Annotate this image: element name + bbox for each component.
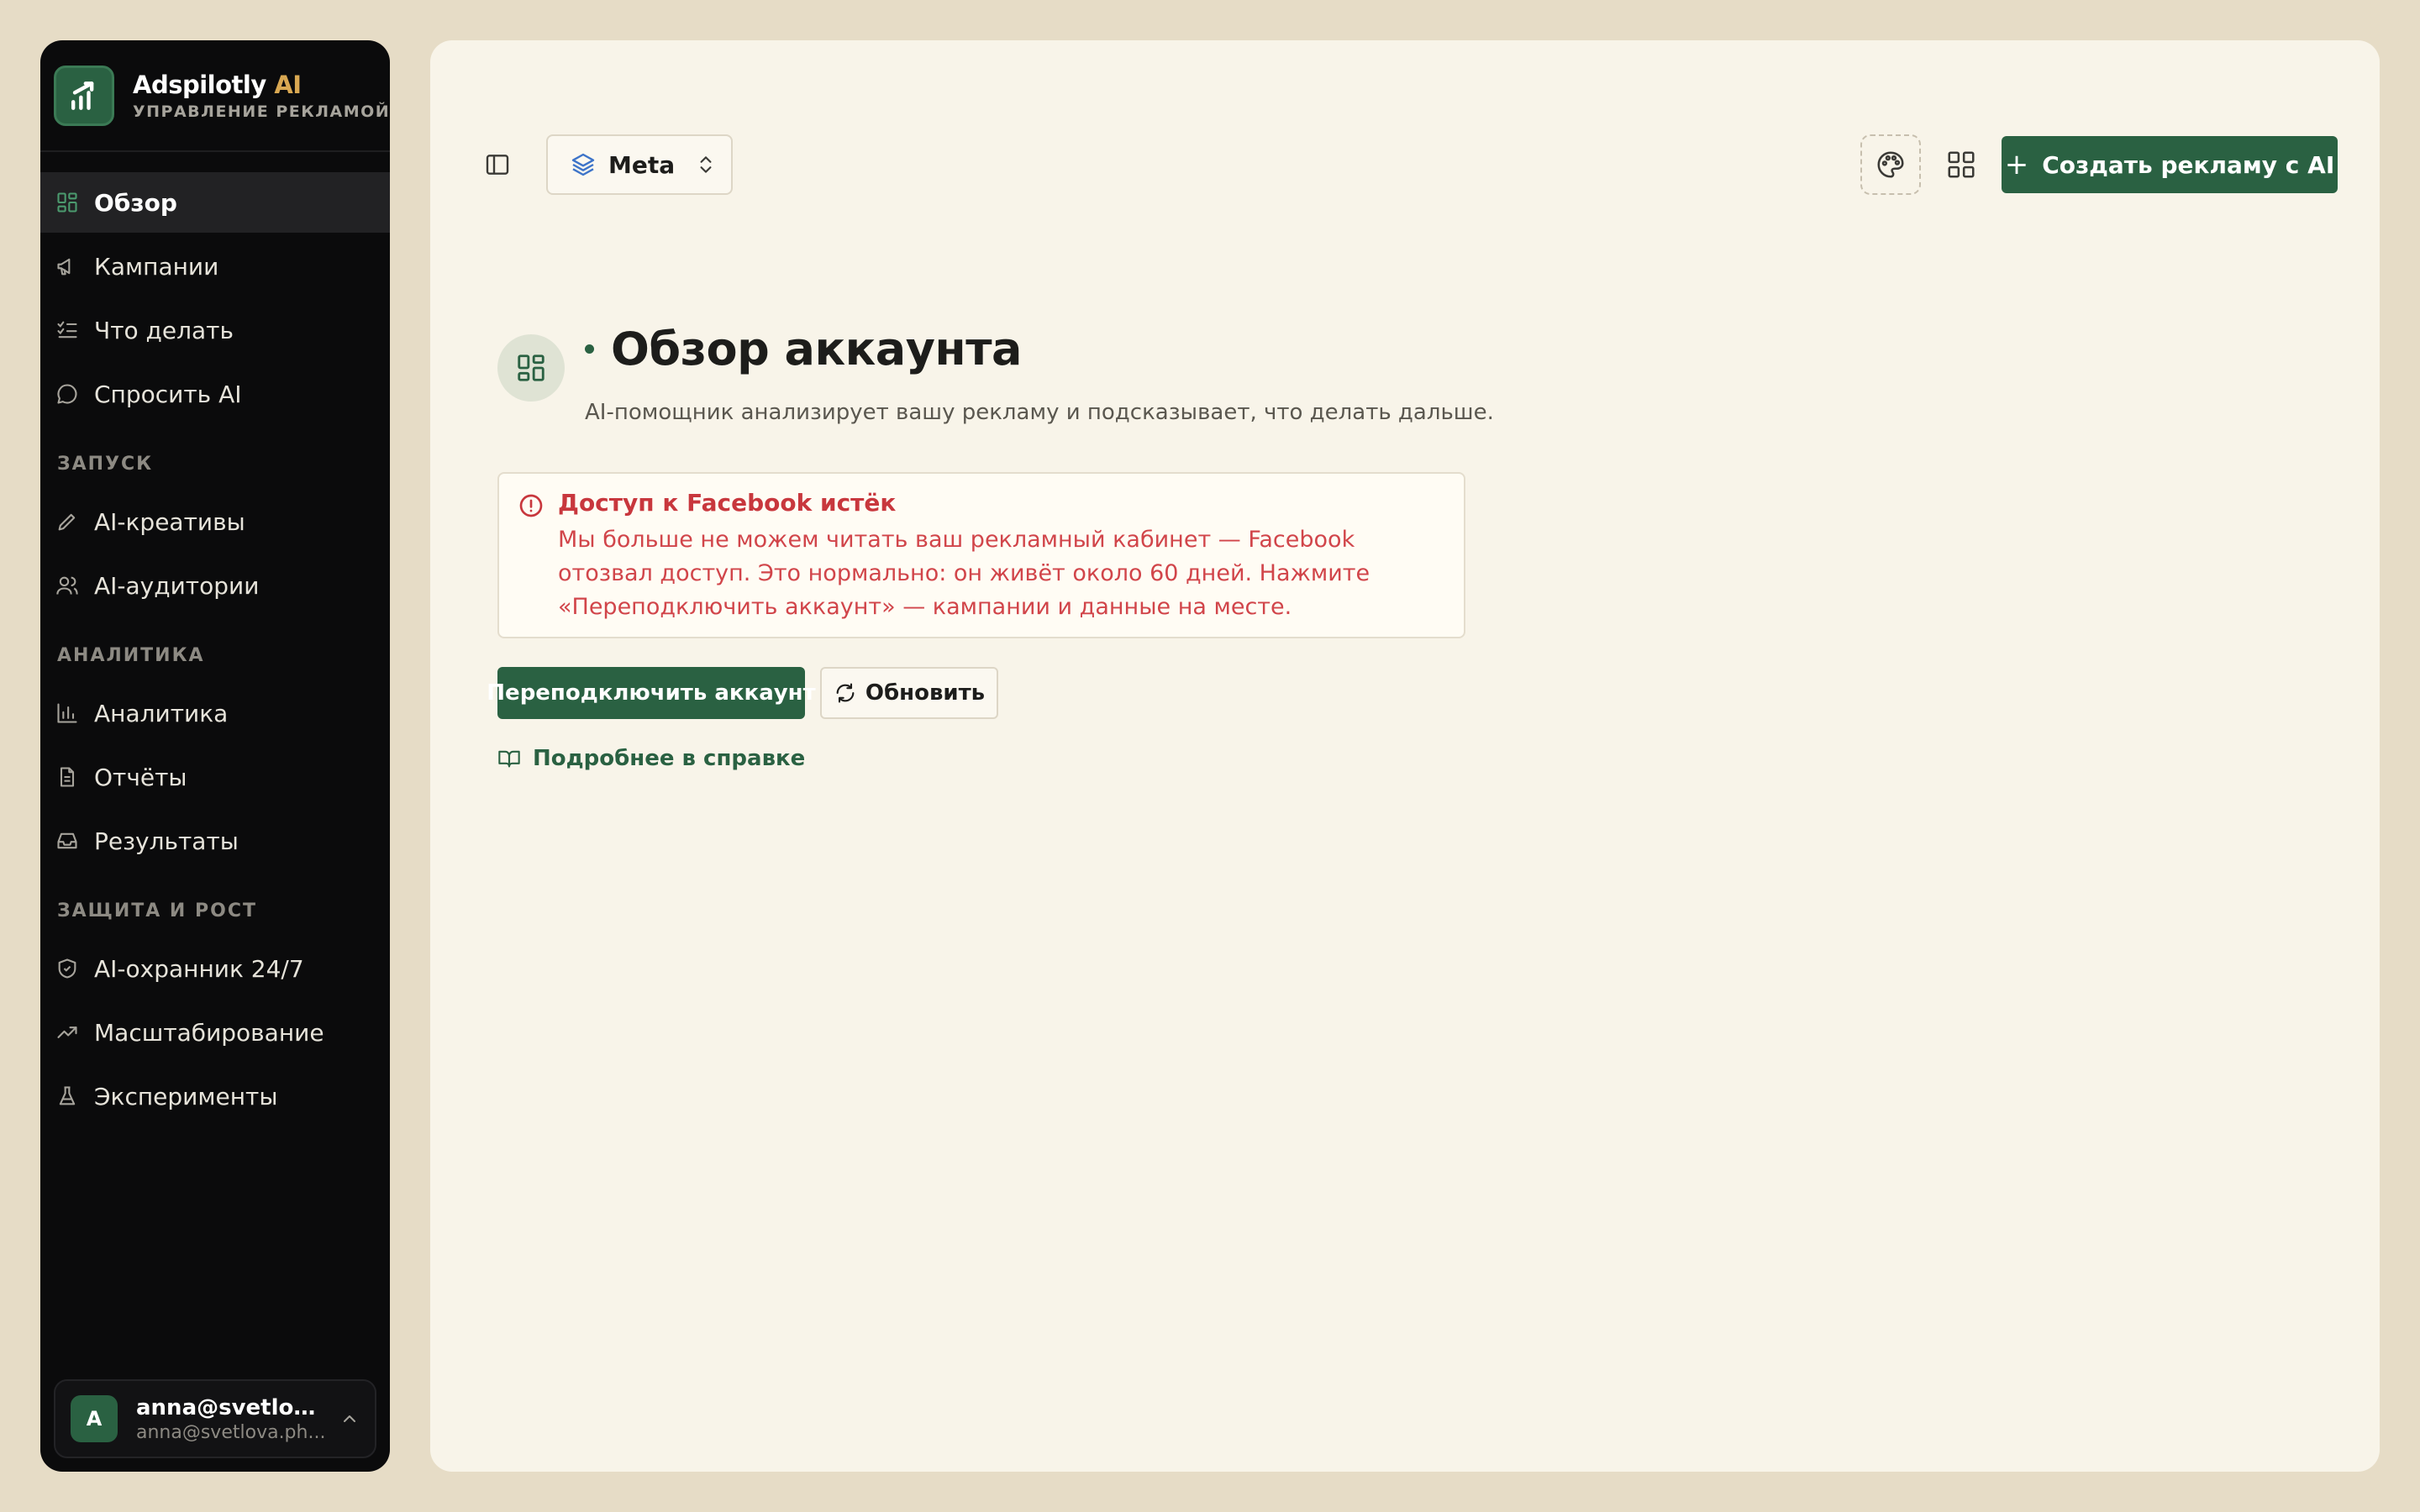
sidebar-item-results[interactable]: Результаты xyxy=(40,811,390,871)
alert-title: Доступ к Facebook истёк xyxy=(558,489,897,517)
sidebar-item-label: AI-охранник 24/7 xyxy=(94,954,304,983)
refresh-icon xyxy=(834,681,857,705)
user-name: anna@svetlova... xyxy=(136,1394,326,1420)
sidebar-item-label: Обзор xyxy=(94,188,177,217)
apps-grid-icon xyxy=(1945,149,1977,181)
sidebar-item-experiments[interactable]: Эксперименты xyxy=(40,1066,390,1126)
users-icon xyxy=(55,574,79,597)
checklist-icon xyxy=(55,318,79,342)
sidebar-item-label: Кампании xyxy=(94,252,219,281)
alert-message: Мы больше не можем читать ваш рекламный … xyxy=(558,527,1370,620)
sidebar-item-ask-ai[interactable]: Спросить AI xyxy=(40,364,390,424)
pencil-icon xyxy=(55,510,79,533)
sidebar-item-todo[interactable]: Что делать xyxy=(40,300,390,360)
reconnect-account-button[interactable]: Переподключить аккаунт xyxy=(487,667,816,719)
file-icon xyxy=(55,765,79,789)
refresh-button[interactable]: Обновить xyxy=(820,667,998,719)
sidebar-toggle-button[interactable] xyxy=(481,148,514,181)
sidebar-item-overview[interactable]: Обзор xyxy=(40,172,390,233)
plus-icon: + xyxy=(2004,148,2029,181)
platform-name: Meta xyxy=(608,150,676,179)
sidebar-item-label: Аналитика xyxy=(94,699,229,727)
sidebar-item-reports[interactable]: Отчёты xyxy=(40,747,390,807)
apps-button[interactable] xyxy=(1931,134,1991,195)
sidebar-item-label: AI-креативы xyxy=(94,507,245,536)
sidebar-item-label: Масштабирование xyxy=(94,1018,324,1047)
flask-icon xyxy=(55,1084,79,1108)
section-label-protection: ЗАЩИТА И РОСТ xyxy=(57,900,257,921)
section-label-launch: ЗАПУСК xyxy=(57,453,154,475)
page-subtitle: AI-помощник анализирует вашу рекламу и п… xyxy=(585,400,1494,425)
brand-header[interactable]: Adspilotly AI УПРАВЛЕНИЕ РЕКЛАМОЙ xyxy=(40,40,390,152)
sidebar-item-ai-audiences[interactable]: AI-аудитории xyxy=(40,555,390,616)
sidebar-item-scaling[interactable]: Масштабирование xyxy=(40,1002,390,1063)
sidebar-item-ai-creatives[interactable]: AI-креативы xyxy=(40,491,390,552)
brand-subtitle: УПРАВЛЕНИЕ РЕКЛАМОЙ xyxy=(133,102,390,121)
megaphone-icon xyxy=(55,255,79,278)
dashboard-icon xyxy=(497,334,565,402)
create-ad-button[interactable]: + Создать рекламу с AI xyxy=(2002,136,2338,193)
inbox-icon xyxy=(55,829,79,853)
trending-up-icon xyxy=(55,1021,79,1044)
main-panel: Meta + Создать рекламу с AI Обзор аккаун… xyxy=(430,40,2380,1472)
sidebar: Adspilotly AI УПРАВЛЕНИЕ РЕКЛАМОЙ Обзор … xyxy=(40,40,390,1472)
panel-left-icon xyxy=(484,151,511,178)
refresh-label: Обновить xyxy=(865,680,986,706)
help-link-label: Подробнее в справке xyxy=(533,746,806,771)
sidebar-nav: Обзор Кампании Что делать Спросить AI ЗА… xyxy=(40,152,390,1126)
toolbar: Meta + Создать рекламу с AI xyxy=(481,134,2338,195)
status-dot xyxy=(585,344,594,354)
sidebar-item-label: Что делать xyxy=(94,316,234,344)
palette-icon xyxy=(1875,149,1907,181)
create-ad-label: Создать рекламу с AI xyxy=(2042,150,2335,179)
sidebar-item-label: Эксперименты xyxy=(94,1082,278,1110)
sidebar-item-campaigns[interactable]: Кампании xyxy=(40,236,390,297)
help-link[interactable]: Подробнее в справке xyxy=(497,746,805,771)
chevron-up-icon xyxy=(339,1409,360,1429)
grid-icon xyxy=(55,191,79,214)
sidebar-item-label: Результаты xyxy=(94,827,239,855)
shield-icon xyxy=(55,957,79,980)
page-title: Обзор аккаунта xyxy=(611,323,1022,375)
sidebar-item-label: Отчёты xyxy=(94,763,187,791)
layers-icon xyxy=(570,151,597,178)
sidebar-item-analytics[interactable]: Аналитика xyxy=(40,683,390,743)
chevron-up-down-icon xyxy=(695,154,717,176)
platform-select[interactable]: Meta xyxy=(546,134,733,195)
chart-up-icon xyxy=(54,65,114,126)
user-email: anna@svetlova.ph... xyxy=(136,1421,326,1443)
error-alert: Доступ к Facebook истёк Мы больше не мож… xyxy=(497,472,1465,638)
brand-name: Adspilotly AI xyxy=(133,71,302,100)
section-label-analytics: АНАЛИТИКА xyxy=(57,644,205,666)
avatar: A xyxy=(71,1395,118,1442)
alert-actions: Переподключить аккаунт Обновить xyxy=(487,667,998,719)
book-open-icon xyxy=(497,747,521,770)
chat-icon xyxy=(55,382,79,406)
theme-button[interactable] xyxy=(1860,134,1921,195)
sidebar-item-ai-guard[interactable]: AI-охранник 24/7 xyxy=(40,938,390,999)
user-menu[interactable]: A anna@svetlova... anna@svetlova.ph... xyxy=(54,1379,376,1458)
sidebar-item-label: AI-аудитории xyxy=(94,571,260,600)
alert-circle-icon xyxy=(518,492,544,519)
bar-chart-icon xyxy=(55,701,79,725)
sidebar-item-label: Спросить AI xyxy=(94,380,242,408)
